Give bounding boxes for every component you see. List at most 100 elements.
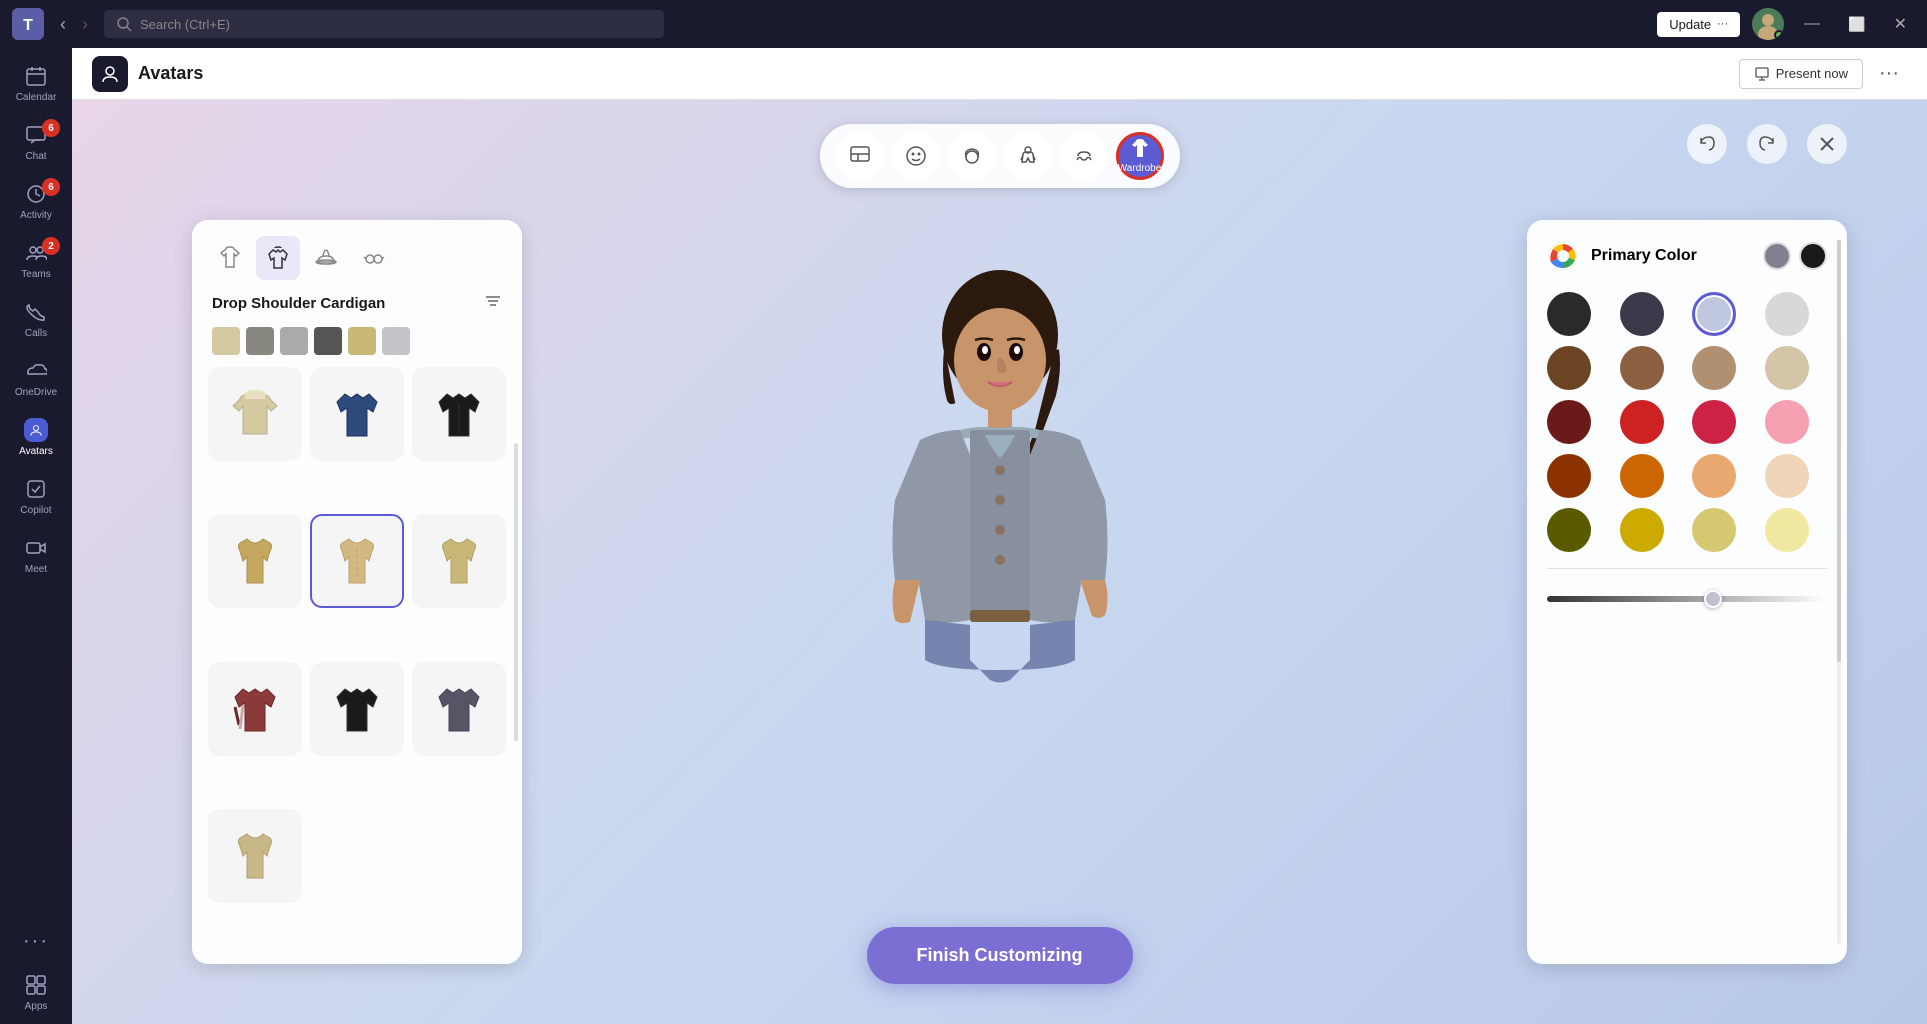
search-icon [116, 16, 132, 32]
color-dot-11[interactable] [1692, 400, 1736, 444]
sidebar-item-meet[interactable]: Meet [4, 528, 68, 583]
toolbar-hair-button[interactable] [948, 132, 996, 180]
color-dot-1[interactable] [1547, 292, 1591, 336]
clothing-item-9[interactable] [412, 662, 506, 756]
present-now-button[interactable]: Present now [1739, 59, 1863, 89]
color-dot-7[interactable] [1692, 346, 1736, 390]
close-editor-button[interactable] [1807, 124, 1847, 164]
onedrive-icon [24, 359, 48, 383]
update-button[interactable]: Update ··· [1657, 12, 1740, 37]
back-button[interactable]: ‹ [52, 10, 74, 39]
clothing-item-8[interactable] [310, 662, 404, 756]
color-dot-9[interactable] [1547, 400, 1591, 444]
color-lightness-slider[interactable] [1547, 596, 1827, 602]
clothing-item-7[interactable] [208, 662, 302, 756]
close-button[interactable]: ✕ [1886, 10, 1915, 38]
swatch-1[interactable] [212, 327, 240, 355]
color-dot-6[interactable] [1620, 346, 1664, 390]
color-grid [1547, 292, 1827, 552]
forward-button[interactable]: › [74, 10, 96, 39]
clothing-item-3[interactable] [412, 367, 506, 461]
toolbar-wardrobe-button[interactable]: Wardrobe [1116, 132, 1164, 180]
color-dot-5[interactable] [1547, 346, 1591, 390]
color-panel: Primary Color [1527, 220, 1847, 964]
svg-text:T: T [23, 17, 33, 34]
clothing-item-2[interactable] [310, 367, 404, 461]
minimize-button[interactable]: — [1796, 11, 1828, 37]
finish-customizing-button[interactable]: Finish Customizing [867, 927, 1133, 984]
chat-badge: 6 [42, 119, 60, 137]
toolbar-body-button[interactable] [1004, 132, 1052, 180]
undo-button[interactable] [1687, 124, 1727, 164]
meet-icon [24, 536, 48, 560]
sidebar-item-chat[interactable]: 6 Chat [4, 115, 68, 170]
swatch-2[interactable] [246, 327, 274, 355]
tab-tshirt[interactable] [208, 236, 252, 280]
clothing-item-6[interactable] [412, 514, 506, 608]
color-dot-12[interactable] [1765, 400, 1809, 444]
current-color-secondary[interactable] [1799, 242, 1827, 270]
color-dot-15[interactable] [1692, 454, 1736, 498]
swatch-row [192, 323, 522, 363]
title-bar: T ‹ › Search (Ctrl+E) Update ··· — ⬜ ✕ [0, 0, 1927, 48]
color-dot-10[interactable] [1620, 400, 1664, 444]
color-dot-4[interactable] [1765, 292, 1809, 336]
sidebar-item-label: OneDrive [15, 387, 57, 398]
toolbar-face-button[interactable] [892, 132, 940, 180]
sidebar-item-calls[interactable]: Calls [4, 292, 68, 347]
color-dot-17[interactable] [1547, 508, 1591, 552]
sidebar-item-label: Teams [21, 269, 50, 280]
current-colors [1763, 242, 1827, 270]
scrollbar-thumb [1837, 240, 1841, 662]
color-dot-14[interactable] [1620, 454, 1664, 498]
panel-scrollbar[interactable] [514, 443, 518, 741]
swatch-3[interactable] [280, 327, 308, 355]
top-toolbar: Wardrobe [820, 124, 1180, 188]
color-dot-19[interactable] [1692, 508, 1736, 552]
filter-icon[interactable] [484, 292, 502, 315]
color-dot-20[interactable] [1765, 508, 1809, 552]
sidebar-item-calendar[interactable]: Calendar [4, 56, 68, 111]
online-indicator [1774, 30, 1784, 40]
title-bar-right: Update ··· — ⬜ ✕ [1657, 8, 1915, 40]
clothing-item-4[interactable] [208, 514, 302, 608]
tab-glasses[interactable] [352, 236, 396, 280]
redo-button[interactable] [1747, 124, 1787, 164]
color-dot-2[interactable] [1620, 292, 1664, 336]
current-color-primary[interactable] [1763, 242, 1791, 270]
apps-icon [24, 973, 48, 997]
tab-hat[interactable] [304, 236, 348, 280]
right-panel-scrollbar[interactable] [1837, 240, 1841, 944]
avatar-workspace: Wardrobe [72, 100, 1927, 1024]
color-dot-13[interactable] [1547, 454, 1591, 498]
header-more-button[interactable]: ··· [1871, 58, 1907, 89]
sidebar-item-label: Avatars [19, 446, 53, 457]
color-panel-header: Primary Color [1547, 240, 1827, 272]
clothing-item-5[interactable] [310, 514, 404, 608]
search-placeholder: Search (Ctrl+E) [140, 17, 230, 32]
sidebar-item-avatars[interactable]: Avatars [4, 410, 68, 465]
clothing-item-1[interactable] [208, 367, 302, 461]
toolbar-template-button[interactable] [836, 132, 884, 180]
toolbar-accessories-button[interactable] [1060, 132, 1108, 180]
maximize-button[interactable]: ⬜ [1840, 12, 1873, 37]
color-dot-18[interactable] [1620, 508, 1664, 552]
user-avatar[interactable] [1752, 8, 1784, 40]
tab-jacket[interactable] [256, 236, 300, 280]
swatch-4[interactable] [314, 327, 342, 355]
sidebar-item-label: Calls [25, 328, 47, 339]
color-dot-16[interactable] [1765, 454, 1809, 498]
present-icon [1754, 66, 1770, 82]
clothing-item-10[interactable] [208, 809, 302, 903]
sidebar-item-activity[interactable]: 6 Activity [4, 174, 68, 229]
sidebar-item-copilot[interactable]: Copilot [4, 469, 68, 524]
color-dot-3[interactable] [1692, 292, 1736, 336]
search-bar[interactable]: Search (Ctrl+E) [104, 10, 664, 38]
sidebar-item-apps[interactable]: Apps [4, 965, 68, 1020]
swatch-6[interactable] [382, 327, 410, 355]
sidebar-item-teams[interactable]: 2 Teams [4, 233, 68, 288]
sidebar-item-more[interactable]: ··· [4, 921, 68, 961]
sidebar-item-onedrive[interactable]: OneDrive [4, 351, 68, 406]
color-dot-8[interactable] [1765, 346, 1809, 390]
swatch-5[interactable] [348, 327, 376, 355]
